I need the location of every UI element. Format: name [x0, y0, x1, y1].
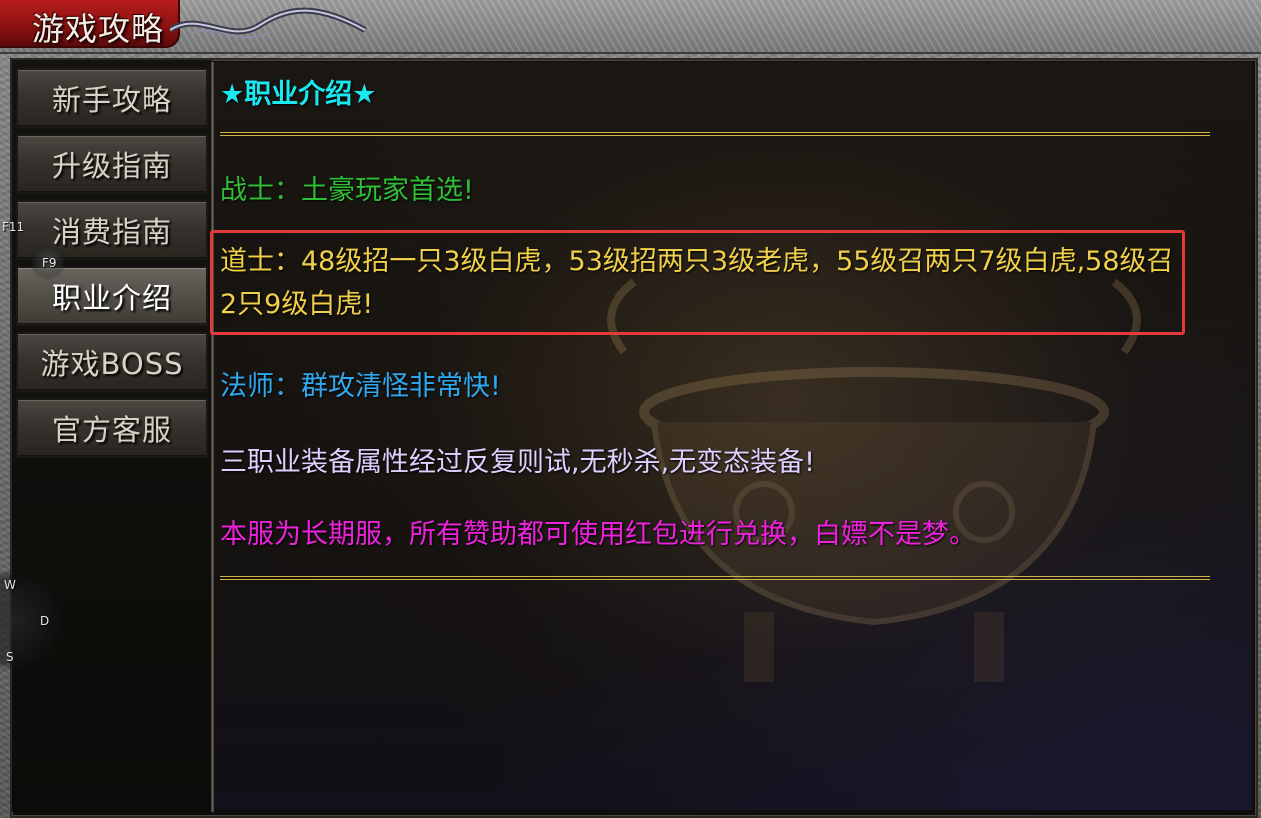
- title-bar: 游戏攻略: [0, 0, 1261, 54]
- window-title: 游戏攻略: [32, 10, 165, 48]
- hotkey-s[interactable]: S: [6, 650, 14, 664]
- tab-beginner-guide[interactable]: 新手攻略: [16, 68, 208, 128]
- tab-leveling-guide[interactable]: 升级指南: [16, 134, 208, 194]
- hotkey-f11[interactable]: F11: [2, 220, 24, 234]
- highlight-box: [210, 230, 1185, 335]
- tab-customer-service[interactable]: 官方客服: [16, 398, 208, 458]
- server-text: 本服为长期服，所有赞助都可使用红包进行兑换，白嫖不是梦。: [220, 519, 976, 550]
- hotkey-d[interactable]: D: [40, 614, 49, 628]
- equipment-text: 三职业装备属性经过反复则试,无秒杀,无变态装备!: [220, 447, 815, 478]
- cauldron-background-icon: [607, 278, 1141, 682]
- tab-game-boss[interactable]: 游戏BOSS: [16, 332, 208, 392]
- hotkey-f9[interactable]: F9: [42, 256, 57, 270]
- top-divider: [220, 132, 1210, 136]
- dragon-ornament-icon: [170, 7, 367, 39]
- hotkey-w[interactable]: W: [4, 578, 16, 592]
- bottom-divider: [220, 576, 1210, 580]
- mage-text: 法师：群攻清怪非常快!: [220, 371, 501, 402]
- warrior-text: 战士：土豪玩家首选!: [220, 175, 474, 206]
- section-heading: ★职业介绍★: [220, 79, 377, 110]
